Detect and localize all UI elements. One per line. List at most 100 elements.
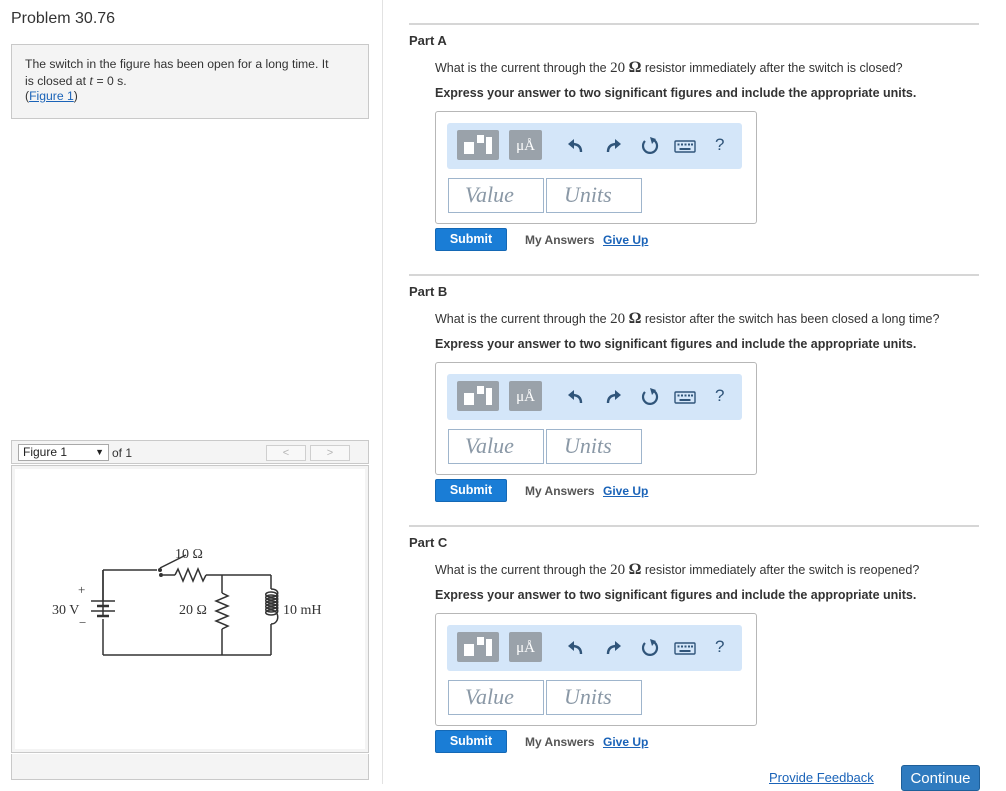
give-up-link[interactable]: Give Up (603, 233, 648, 247)
redo-icon[interactable] (602, 386, 624, 408)
question-text: What is the current through the 20 Ω res… (435, 561, 919, 579)
template-icon-part (464, 393, 474, 405)
templates-button[interactable] (457, 381, 499, 411)
submit-button[interactable]: Submit (435, 228, 507, 251)
figure-panel-footer (11, 754, 369, 780)
submit-button[interactable]: Submit (435, 479, 507, 502)
give-up-link[interactable]: Give Up (603, 484, 648, 498)
circuit-diagram: + − 30 V 10 Ω 20 Ω 10 mH (52, 547, 322, 656)
answer-instruction: Express your answer to two significant f… (435, 588, 917, 602)
help-button[interactable]: ? (715, 637, 724, 657)
units-input[interactable]: Units (546, 178, 642, 213)
resistor-10-ohm-label: 10 Ω (175, 547, 203, 562)
keyboard-icon[interactable] (673, 637, 697, 659)
figure-count: of 1 (112, 446, 133, 460)
keyboard-icon[interactable] (673, 135, 697, 157)
reset-icon[interactable] (639, 637, 661, 659)
question-text: What is the current through the 20 Ω res… (435, 310, 939, 328)
part-divider (409, 525, 979, 527)
figure-link-close: ) (73, 89, 78, 103)
part-title: Part A (409, 33, 447, 48)
units-input[interactable]: Units (546, 429, 642, 464)
give-up-link[interactable]: Give Up (603, 735, 648, 749)
help-button[interactable]: ? (715, 135, 724, 155)
question-post: resistor immediately after the switch is… (641, 61, 903, 75)
units-button[interactable]: μÅ (509, 381, 542, 411)
figure-select-value: Figure 1 (23, 445, 68, 459)
resistance-value: 20 (610, 562, 626, 578)
math-toolbar: μÅ ? (447, 123, 742, 169)
undo-icon[interactable] (565, 135, 587, 157)
problem-pane: Problem 30.76 The switch in the figure h… (0, 0, 383, 784)
resistance-value: 20 (610, 60, 626, 76)
answer-instruction: Express your answer to two significant f… (435, 337, 917, 351)
problem-text-line2-post: = 0 s. (93, 73, 127, 88)
question-pre: What is the current through the (435, 61, 611, 75)
help-button[interactable]: ? (715, 386, 724, 406)
part-title: Part B (409, 284, 448, 299)
question-pre: What is the current through the (435, 563, 611, 577)
undo-icon[interactable] (565, 637, 587, 659)
value-input[interactable]: Value (448, 429, 544, 464)
resistor-10-ohm (174, 567, 207, 583)
resistance-value: 20 (610, 311, 626, 327)
units-button[interactable]: μÅ (509, 632, 542, 662)
provide-feedback-link[interactable]: Provide Feedback (769, 770, 874, 785)
answer-instruction: Express your answer to two significant f… (435, 86, 917, 100)
ohm-symbol: Ω (628, 310, 642, 327)
value-input[interactable]: Value (448, 680, 544, 715)
template-icon-part (486, 388, 492, 405)
reset-icon[interactable] (639, 386, 661, 408)
reset-icon[interactable] (639, 135, 661, 157)
question-pre: What is the current through the (435, 312, 611, 326)
template-icon-part (477, 386, 484, 394)
figure-select[interactable]: Figure 1 ▼ (18, 444, 109, 461)
battery-plus-sign: + (78, 582, 85, 597)
resistor-20-ohm (214, 592, 230, 630)
redo-icon[interactable] (602, 135, 624, 157)
switch-contact (158, 568, 162, 572)
undo-icon[interactable] (565, 386, 587, 408)
prev-figure-button[interactable]: < (266, 445, 306, 461)
answer-box: μÅ ? Value Units (435, 111, 757, 224)
redo-icon[interactable] (602, 637, 624, 659)
units-button[interactable]: μÅ (509, 130, 542, 160)
question-text: What is the current through the 20 Ω res… (435, 59, 903, 77)
chevron-down-icon: ▼ (95, 447, 104, 457)
inductor-coil (265, 588, 279, 625)
problem-text-line1: The switch in the figure has been open f… (25, 57, 329, 71)
resistor-20-ohm-label: 20 Ω (179, 603, 207, 618)
template-icon-part (486, 137, 492, 154)
template-icon-part (477, 637, 484, 645)
keyboard-icon[interactable] (673, 386, 697, 408)
template-icon-part (486, 639, 492, 656)
figure-canvas: + − 30 V 10 Ω 20 Ω 10 mH (15, 469, 365, 749)
template-icon-part (464, 644, 474, 656)
problem-title: Problem 30.76 (11, 10, 116, 27)
inductor-label: 10 mH (283, 603, 322, 618)
templates-button[interactable] (457, 130, 499, 160)
figure-navigation-bar: Figure 1 ▼ of 1 < > (11, 440, 369, 464)
submit-button[interactable]: Submit (435, 730, 507, 753)
value-input[interactable]: Value (448, 178, 544, 213)
templates-button[interactable] (457, 632, 499, 662)
part-divider (409, 23, 979, 25)
figure-link[interactable]: Figure 1 (29, 89, 74, 103)
problem-statement: The switch in the figure has been open f… (11, 44, 369, 119)
next-figure-button[interactable]: > (310, 445, 350, 461)
ohm-symbol: Ω (628, 59, 642, 76)
part-divider (409, 274, 979, 276)
template-icon-part (477, 135, 484, 143)
units-input[interactable]: Units (546, 680, 642, 715)
figure-panel: + − 30 V 10 Ω 20 Ω 10 mH (11, 465, 369, 753)
problem-text-line2-pre: is closed at (25, 73, 90, 88)
template-icon-part (464, 142, 474, 154)
question-post: resistor after the switch has been close… (641, 312, 940, 326)
answer-box: μÅ ? Value Units (435, 613, 757, 726)
my-answers-link[interactable]: My Answers (525, 484, 595, 498)
my-answers-link[interactable]: My Answers (525, 233, 595, 247)
my-answers-link[interactable]: My Answers (525, 735, 595, 749)
switch-contact (159, 573, 163, 577)
continue-button[interactable]: Continue (901, 765, 980, 791)
math-toolbar: μÅ ? (447, 625, 742, 671)
